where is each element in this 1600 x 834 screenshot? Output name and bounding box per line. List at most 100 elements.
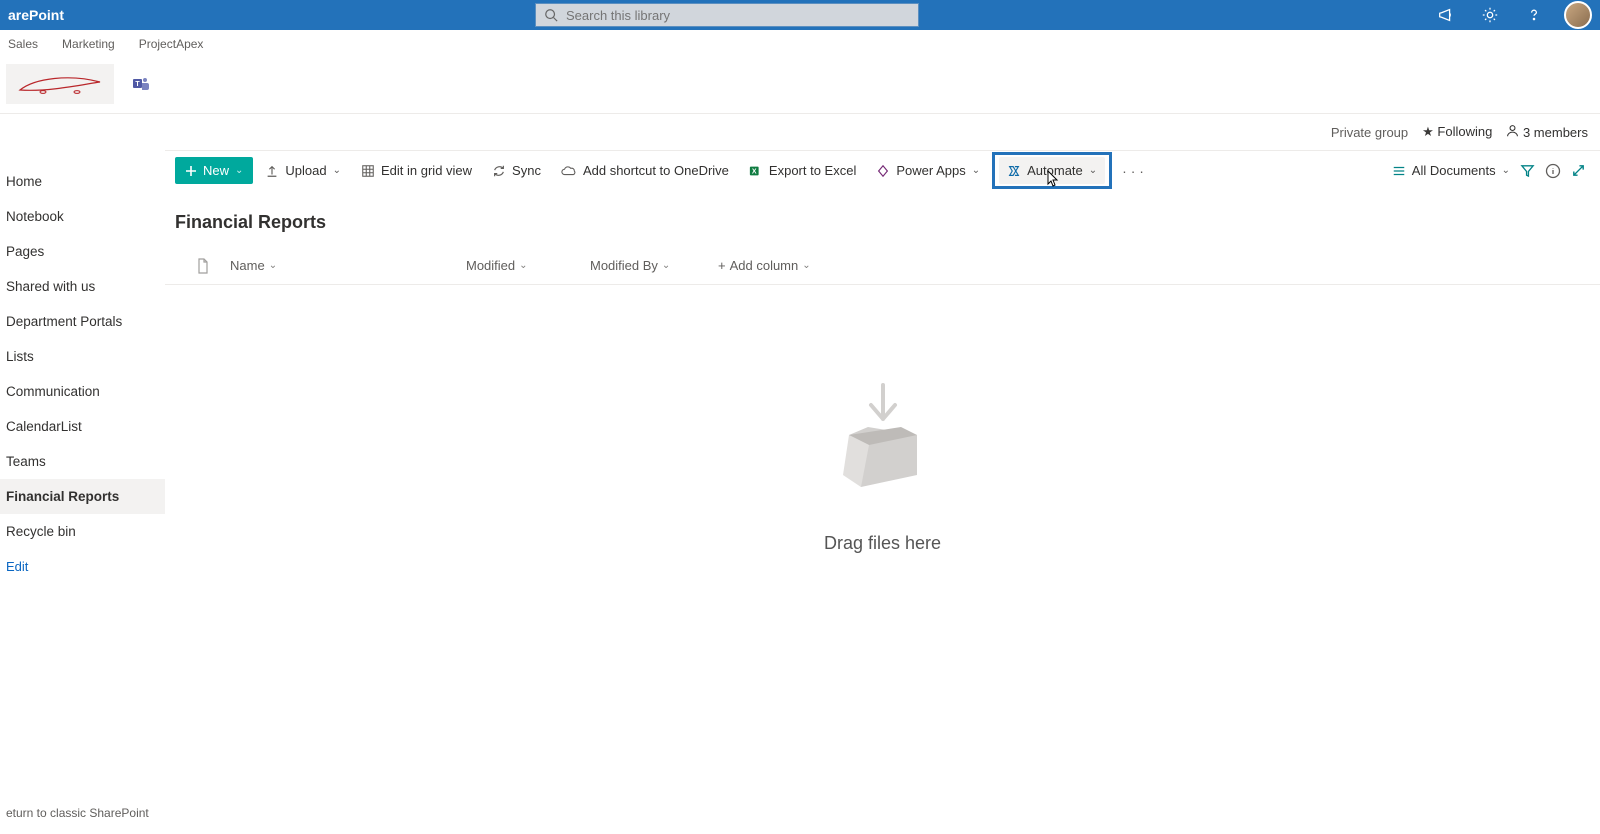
nav-financialreports[interactable]: Financial Reports [0, 479, 165, 514]
nav-home[interactable]: Home [0, 164, 165, 199]
members-count: 3 members [1523, 125, 1588, 140]
add-column-button[interactable]: + Add column ⌄ [718, 258, 811, 273]
automate-highlight: Automate ⌄ [992, 152, 1112, 189]
app-name: arePoint [8, 7, 64, 23]
privacy-label: Private group [1331, 125, 1408, 140]
teams-icon[interactable]: T [132, 75, 150, 93]
megaphone-icon[interactable] [1432, 1, 1460, 29]
command-bar: New ⌄ Upload ⌄ Edit in grid view [165, 150, 1600, 190]
column-modified-label: Modified [466, 258, 515, 273]
person-icon [1506, 124, 1519, 137]
new-button[interactable]: New ⌄ [175, 157, 253, 184]
column-modifiedby-label: Modified By [590, 258, 658, 273]
info-icon[interactable] [1545, 163, 1561, 179]
plus-icon [185, 165, 197, 177]
return-classic-link[interactable]: eturn to classic SharePoint [0, 800, 155, 826]
sync-label: Sync [512, 163, 541, 178]
chevron-down-icon: ⌄ [1502, 165, 1510, 176]
site-logo[interactable] [6, 64, 114, 104]
following-label: Following [1437, 124, 1492, 139]
hub-link-marketing[interactable]: Marketing [62, 37, 115, 51]
grid-icon [361, 164, 375, 178]
main-wrap: Home Notebook Pages Shared with us Depar… [0, 150, 1600, 834]
column-filetype[interactable] [175, 258, 230, 274]
nav-recyclebin[interactable]: Recycle bin [0, 514, 165, 549]
chevron-down-icon: ⌄ [235, 165, 243, 176]
chevron-down-icon: ⌄ [519, 260, 527, 271]
following-toggle[interactable]: ★ Following [1422, 124, 1492, 140]
empty-text: Drag files here [824, 533, 941, 554]
more-commands-button[interactable]: · · · [1116, 163, 1150, 179]
powerapps-label: Power Apps [896, 163, 965, 178]
column-modified[interactable]: Modified ⌄ [466, 258, 590, 273]
content-area: New ⌄ Upload ⌄ Edit in grid view [165, 150, 1600, 834]
chevron-down-icon: ⌄ [972, 165, 980, 176]
nav-calendarlist[interactable]: CalendarList [0, 409, 165, 444]
empty-state: Drag files here [165, 285, 1600, 554]
suite-bar: arePoint [0, 0, 1600, 30]
star-icon: ★ [1422, 124, 1434, 139]
hub-link-projectapex[interactable]: ProjectApex [139, 37, 204, 51]
left-nav: Home Notebook Pages Shared with us Depar… [0, 150, 165, 834]
nav-lists[interactable]: Lists [0, 339, 165, 374]
onedrive-shortcut-icon [561, 164, 577, 178]
automate-label: Automate [1027, 163, 1083, 178]
help-icon[interactable] [1520, 1, 1548, 29]
library-title: Financial Reports [165, 190, 1600, 247]
chevron-down-icon: ⌄ [662, 260, 670, 271]
new-button-label: New [203, 163, 229, 178]
shortcut-label: Add shortcut to OneDrive [583, 163, 729, 178]
excel-icon: X [749, 164, 763, 178]
flow-icon [1007, 164, 1021, 178]
edit-grid-label: Edit in grid view [381, 163, 472, 178]
filter-icon[interactable] [1520, 163, 1535, 178]
shortcut-button[interactable]: Add shortcut to OneDrive [553, 157, 737, 184]
search-box[interactable] [535, 3, 919, 27]
view-selector[interactable]: All Documents ⌄ [1392, 163, 1510, 178]
sync-icon [492, 164, 506, 178]
export-button[interactable]: X Export to Excel [741, 157, 864, 184]
chevron-down-icon: ⌄ [1089, 165, 1097, 176]
search-container [535, 3, 919, 27]
nav-pages[interactable]: Pages [0, 234, 165, 269]
nav-deptportals[interactable]: Department Portals [0, 304, 165, 339]
nav-communication[interactable]: Communication [0, 374, 165, 409]
nav-edit-link[interactable]: Edit [0, 549, 165, 584]
column-modifiedby[interactable]: Modified By ⌄ [590, 258, 718, 273]
add-column-label: Add column [730, 258, 799, 273]
column-headers: Name ⌄ Modified ⌄ Modified By ⌄ + Add co… [165, 247, 1600, 285]
column-name-label: Name [230, 258, 265, 273]
list-view-icon [1392, 164, 1406, 178]
powerapps-icon [876, 164, 890, 178]
expand-icon[interactable] [1571, 163, 1586, 178]
nav-shared[interactable]: Shared with us [0, 269, 165, 304]
automate-button[interactable]: Automate ⌄ [999, 157, 1105, 184]
chevron-down-icon: ⌄ [802, 260, 810, 271]
chevron-down-icon: ⌄ [269, 260, 277, 271]
group-info: Private group ★ Following 3 members [0, 114, 1600, 150]
upload-icon [265, 164, 279, 178]
search-icon [544, 8, 558, 22]
user-avatar[interactable] [1564, 1, 1592, 29]
svg-text:X: X [752, 168, 757, 175]
suite-right [1432, 1, 1592, 29]
sync-button[interactable]: Sync [484, 157, 549, 184]
upload-label: Upload [285, 163, 326, 178]
nav-teams[interactable]: Teams [0, 444, 165, 479]
export-label: Export to Excel [769, 163, 856, 178]
powerapps-button[interactable]: Power Apps ⌄ [868, 157, 988, 184]
search-input[interactable] [566, 8, 910, 23]
column-name[interactable]: Name ⌄ [230, 258, 466, 273]
site-header: T [0, 54, 1600, 114]
gear-icon[interactable] [1476, 1, 1504, 29]
edit-grid-button[interactable]: Edit in grid view [353, 157, 480, 184]
command-bar-right: All Documents ⌄ [1392, 163, 1590, 179]
hub-link-sales[interactable]: Sales [8, 37, 38, 51]
svg-text:T: T [135, 81, 140, 88]
nav-notebook[interactable]: Notebook [0, 199, 165, 234]
members-link[interactable]: 3 members [1506, 124, 1588, 140]
upload-button[interactable]: Upload ⌄ [257, 157, 349, 184]
view-label: All Documents [1412, 163, 1496, 178]
empty-folder-icon [813, 375, 953, 515]
plus-icon: + [718, 258, 726, 273]
